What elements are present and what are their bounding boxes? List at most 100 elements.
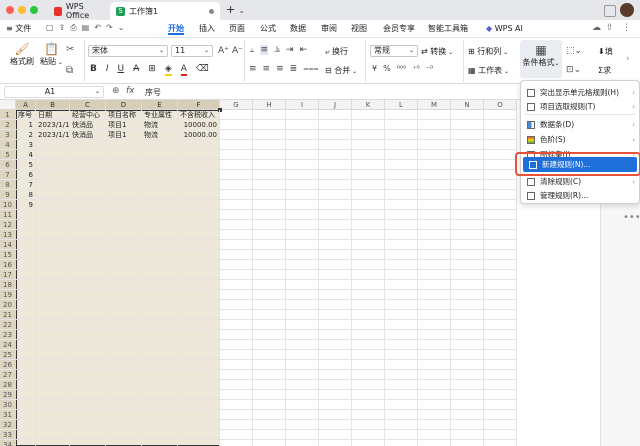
column-header[interactable]: B: [36, 100, 70, 110]
cell[interactable]: [352, 130, 385, 140]
cell[interactable]: [418, 310, 451, 320]
cell[interactable]: [484, 190, 517, 200]
justify-icon[interactable]: ≣: [290, 64, 298, 74]
cell[interactable]: [253, 390, 286, 400]
cell[interactable]: [142, 380, 178, 390]
cell[interactable]: [142, 250, 178, 260]
row-header[interactable]: 22: [0, 320, 16, 330]
cell[interactable]: [220, 140, 253, 150]
cell[interactable]: [142, 310, 178, 320]
cell[interactable]: 经营中心: [70, 110, 106, 120]
cloud-icon[interactable]: ☁: [592, 23, 601, 33]
cell[interactable]: [451, 170, 484, 180]
cell[interactable]: [352, 210, 385, 220]
cell[interactable]: [484, 240, 517, 250]
cell[interactable]: [36, 330, 70, 340]
cell[interactable]: [142, 230, 178, 240]
cell[interactable]: [286, 210, 319, 220]
cell[interactable]: [220, 270, 253, 280]
cell[interactable]: [253, 300, 286, 310]
cell[interactable]: [142, 420, 178, 430]
cell[interactable]: [106, 340, 142, 350]
cell[interactable]: [16, 260, 36, 270]
cell[interactable]: [385, 440, 418, 446]
cell[interactable]: [70, 230, 106, 240]
cell[interactable]: [451, 370, 484, 380]
cell[interactable]: [70, 250, 106, 260]
cell[interactable]: [319, 310, 352, 320]
cell[interactable]: [319, 390, 352, 400]
cell[interactable]: [484, 380, 517, 390]
cell[interactable]: [385, 400, 418, 410]
cell[interactable]: [385, 280, 418, 290]
cell[interactable]: [319, 130, 352, 140]
name-box[interactable]: A1 ⌄: [4, 86, 104, 98]
cell[interactable]: [106, 320, 142, 330]
cell[interactable]: [16, 380, 36, 390]
zoom-icon[interactable]: ⊕: [112, 86, 120, 96]
cell[interactable]: [70, 360, 106, 370]
cell[interactable]: [70, 260, 106, 270]
cell[interactable]: [70, 160, 106, 170]
cell[interactable]: [418, 130, 451, 140]
cell[interactable]: [385, 140, 418, 150]
align-left-icon[interactable]: ≡: [249, 64, 257, 74]
cell[interactable]: [451, 230, 484, 240]
cell[interactable]: [418, 200, 451, 210]
cell[interactable]: [451, 340, 484, 350]
cell[interactable]: [70, 280, 106, 290]
cell[interactable]: [385, 150, 418, 160]
clear-format-icon[interactable]: ⌫: [196, 64, 209, 76]
cell[interactable]: [319, 220, 352, 230]
cell[interactable]: [142, 160, 178, 170]
cell[interactable]: [451, 320, 484, 330]
cell[interactable]: [36, 240, 70, 250]
cell[interactable]: 快消品: [70, 120, 106, 130]
cell[interactable]: [253, 230, 286, 240]
cell[interactable]: [253, 200, 286, 210]
cell[interactable]: [451, 200, 484, 210]
cell[interactable]: [319, 400, 352, 410]
number-format-select[interactable]: 常规 ⌄: [370, 45, 418, 57]
cell[interactable]: [418, 350, 451, 360]
cell[interactable]: [286, 120, 319, 130]
cell[interactable]: [36, 340, 70, 350]
cell[interactable]: [178, 430, 220, 440]
cell[interactable]: [178, 230, 220, 240]
cell[interactable]: [106, 330, 142, 340]
cell[interactable]: [253, 330, 286, 340]
cell[interactable]: [16, 400, 36, 410]
cell[interactable]: [385, 360, 418, 370]
cell[interactable]: [142, 370, 178, 380]
cell[interactable]: [142, 220, 178, 230]
cell[interactable]: [220, 300, 253, 310]
tab-view[interactable]: 视图: [351, 23, 367, 35]
cell[interactable]: [484, 210, 517, 220]
cell[interactable]: [451, 390, 484, 400]
cell[interactable]: 5: [16, 160, 36, 170]
cell[interactable]: [220, 440, 253, 446]
menu-item-new-rule[interactable]: 新建规则(N)...: [523, 157, 637, 172]
cell[interactable]: [70, 400, 106, 410]
cell[interactable]: [142, 390, 178, 400]
menu-item-clear-rules[interactable]: 清除规则(C) ›: [521, 174, 639, 189]
cell[interactable]: [352, 140, 385, 150]
cell[interactable]: [220, 350, 253, 360]
percent-icon[interactable]: %: [383, 64, 391, 73]
cell[interactable]: [352, 320, 385, 330]
cell[interactable]: [178, 330, 220, 340]
cell[interactable]: [451, 300, 484, 310]
cell[interactable]: [451, 120, 484, 130]
cell[interactable]: [385, 200, 418, 210]
cell[interactable]: [286, 360, 319, 370]
row-header[interactable]: 31: [0, 410, 16, 420]
cell[interactable]: [70, 380, 106, 390]
cell[interactable]: [253, 150, 286, 160]
close-window-button[interactable]: [6, 6, 14, 14]
cell[interactable]: [70, 220, 106, 230]
cell[interactable]: [16, 330, 36, 340]
cell[interactable]: [484, 120, 517, 130]
align-right-icon[interactable]: ≡: [276, 64, 284, 74]
cell[interactable]: 8: [16, 190, 36, 200]
cell[interactable]: [418, 380, 451, 390]
